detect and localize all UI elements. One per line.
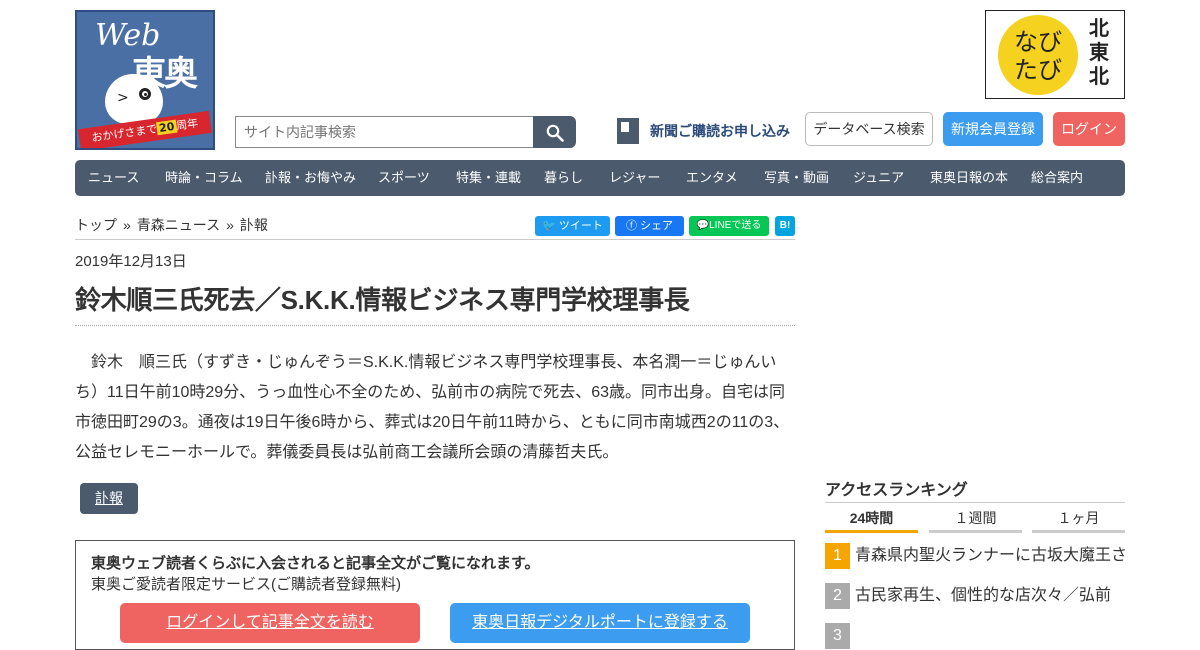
subscribe-link[interactable]: 新聞ご購読お申し込み (650, 121, 790, 141)
nav-item-news[interactable]: ニュース (88, 160, 139, 196)
nav-item-sports[interactable]: スポーツ (378, 160, 430, 196)
main-nav: ニュース 時論・コラム 訃報・お悔やみ スポーツ 特集・連載 暮らし レジャー … (75, 160, 1125, 196)
line-share-button[interactable]: 💬LINEで送る (689, 216, 769, 236)
article-body: 鈴木 順三氏（すずき・じゅんぞう＝S.K.K.情報ビジネス専門学校理事長、本名潤… (75, 354, 790, 461)
search-input[interactable] (235, 116, 534, 148)
nav-item-leisure[interactable]: レジャー (609, 160, 660, 196)
login-read-full-button[interactable]: ログインして記事全文を読む (120, 603, 420, 643)
nav-item-obituary[interactable]: 訃報・お悔やみ (265, 160, 356, 196)
facebook-share-button[interactable]: ⓕ シェア (615, 216, 684, 236)
search-icon (546, 124, 564, 142)
ranking-headline[interactable]: 青森県内聖火ランナーに古坂大魔王さん (855, 543, 1125, 569)
register-digital-port-button[interactable]: 東奥日報デジタルポートに登録する (450, 603, 750, 643)
breadcrumb-top[interactable]: トップ (75, 217, 117, 233)
nav-item-living[interactable]: 暮らし (544, 160, 583, 196)
navitabi-circle: なび たび (998, 15, 1078, 95)
ranking-tab-24h[interactable]: 24時間 (825, 508, 918, 533)
login-button[interactable]: ログイン (1053, 112, 1125, 146)
twitter-icon: 🐦 (542, 220, 556, 232)
nav-item-books[interactable]: 東奥日報の本 (930, 160, 1008, 196)
member-subtext: 東奥ご愛読者限定サービス(ご購読者登録無料) (91, 576, 401, 593)
ranking-number: 1 (825, 543, 850, 569)
member-signup-box: 東奥ウェブ読者くらぶに入会されると記事全文がご覧になれます。 東奥ご愛読者限定サ… (75, 540, 795, 650)
ranking-headline[interactable]: 古民家再生、個性的な店次々／弘前 (855, 583, 1111, 609)
hatena-bookmark-button[interactable]: B! (775, 216, 795, 236)
ranking-item[interactable]: 1 青森県内聖火ランナーに古坂大魔王さん (825, 543, 1125, 569)
database-search-button[interactable]: データベース検索 (805, 112, 933, 146)
ranking-number: 2 (825, 583, 850, 609)
search-button[interactable] (533, 116, 576, 148)
web-toou-logo[interactable]: Web 東奥 > おかげさまで20周年 (75, 10, 215, 150)
ranking-divider (825, 502, 1125, 503)
ranking-title: アクセスランキング (825, 482, 968, 499)
nav-item-entertainment[interactable]: エンタメ (686, 160, 738, 196)
owl-mascot-icon: > (105, 74, 163, 124)
nav-item-info[interactable]: 総合案内 (1031, 160, 1083, 196)
nav-item-column[interactable]: 時論・コラム (165, 160, 243, 196)
facebook-icon: ⓕ (625, 220, 637, 232)
newspaper-icon (617, 118, 639, 144)
twitter-share-button[interactable]: 🐦 ツイート (535, 216, 610, 236)
breadcrumb-current: 訃報 (239, 217, 268, 233)
nav-item-photo-video[interactable]: 写真・動画 (764, 160, 829, 196)
ranking-item[interactable]: 3 (825, 623, 1125, 649)
article-title: 鈴木順三氏死去／S.K.K.情報ビジネス専門学校理事長 (75, 285, 690, 315)
breadcrumb-section[interactable]: 青森ニュース (137, 217, 220, 233)
navitabi-logo[interactable]: なび たび 北東北 (985, 10, 1125, 99)
breadcrumb-divider (75, 239, 795, 240)
owl-eye-icon (139, 88, 151, 100)
nav-item-junior[interactable]: ジュニア (853, 160, 904, 196)
navitabi-line2: たび (1014, 57, 1062, 84)
article-date: 2019年12月13日 (75, 253, 187, 270)
tag-obituary-button[interactable]: 訃報 (80, 483, 138, 514)
breadcrumb: トップ» 青森ニュース» 訃報 (75, 217, 268, 233)
ranking-number: 3 (825, 623, 850, 649)
ranking-tab-month[interactable]: １ヶ月 (1032, 508, 1125, 533)
line-icon: 💬 (696, 220, 710, 231)
navitabi-vertical-text: 北東北 (1089, 18, 1109, 88)
ranking-item[interactable]: 2 古民家再生、個性的な店次々／弘前 (825, 583, 1125, 609)
owl-arrow-icon: > (117, 90, 129, 106)
title-divider (75, 325, 795, 326)
register-button[interactable]: 新規会員登録 (943, 112, 1043, 146)
navitabi-line1: なび (1014, 29, 1062, 56)
nav-item-features[interactable]: 特集・連載 (456, 160, 521, 196)
member-heading: 東奥ウェブ読者くらぶに入会されると記事全文がご覧になれます。 (91, 555, 540, 572)
ranking-tab-week[interactable]: １週間 (929, 508, 1022, 533)
